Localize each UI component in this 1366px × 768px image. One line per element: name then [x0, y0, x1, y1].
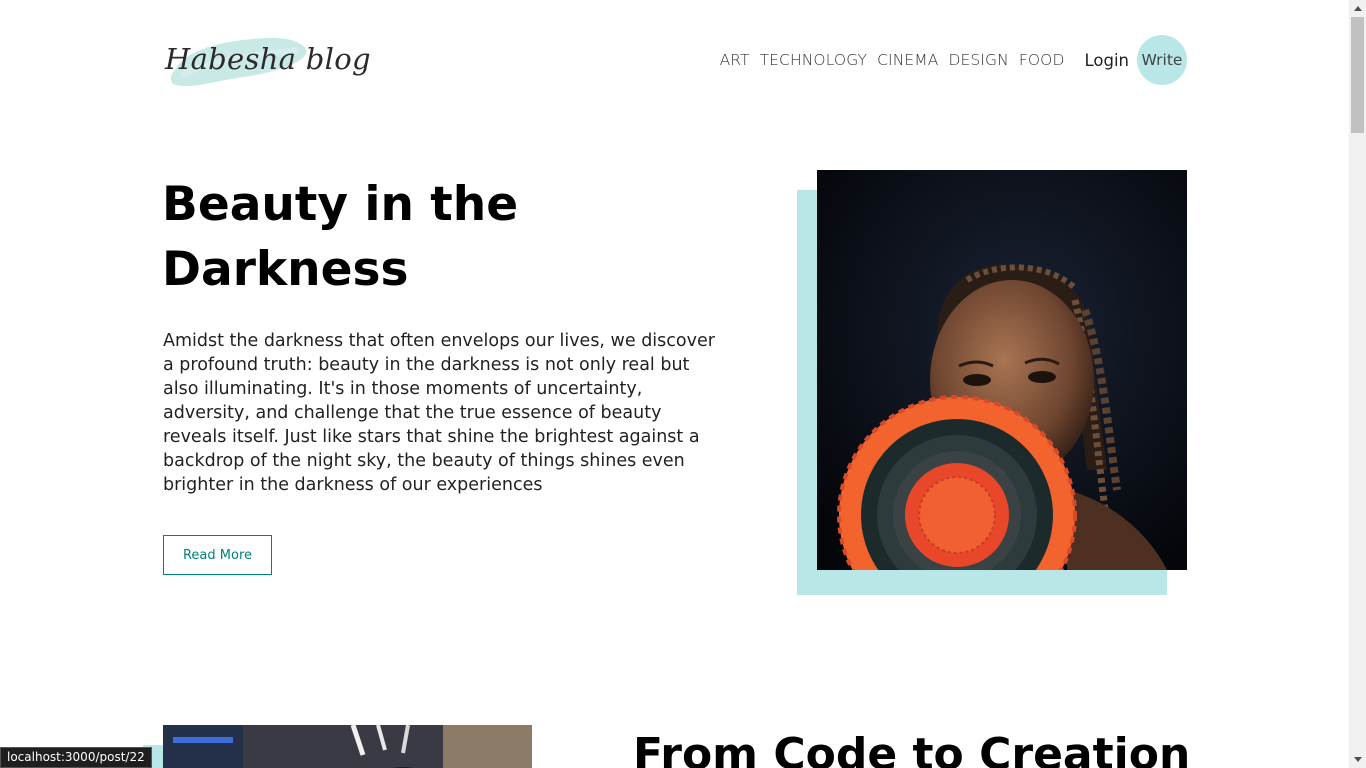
post2-image[interactable]	[163, 725, 532, 768]
login-link[interactable]: Login	[1084, 51, 1129, 70]
write-button[interactable]: Write	[1137, 35, 1187, 85]
office-illustration	[163, 725, 532, 768]
post-title[interactable]: Beauty in the Darkness	[162, 172, 662, 302]
nav-links: ART TECHNOLOGY CINEMA DESIGN FOOD Login …	[710, 34, 1187, 86]
status-bar-url: localhost:3000/post/22	[0, 747, 152, 768]
logo-text: Habesha blog	[165, 42, 371, 76]
post2-title[interactable]: From Code to Creation	[633, 728, 1190, 768]
scrollbar[interactable]	[1349, 0, 1366, 768]
nav-link-food[interactable]: FOOD	[1019, 51, 1065, 69]
nav-link-cinema[interactable]: CINEMA	[877, 51, 938, 69]
post-description: Amidst the darkness that often envelops …	[163, 331, 715, 495]
nav-link-design[interactable]: DESIGN	[948, 51, 1008, 69]
read-more-button[interactable]: Read More	[163, 535, 272, 575]
nav-link-art[interactable]: ART	[720, 51, 750, 69]
logo[interactable]: Habesha blog	[163, 22, 371, 96]
scroll-down-arrow-icon[interactable]	[1349, 751, 1366, 768]
post-image[interactable]	[817, 170, 1187, 570]
scrollbar-thumb[interactable]	[1351, 17, 1364, 133]
nav-link-technology[interactable]: TECHNOLOGY	[760, 51, 868, 69]
navbar: Habesha blog ART TECHNOLOGY CINEMA DESIG…	[163, 20, 1187, 100]
scroll-up-arrow-icon[interactable]	[1349, 0, 1366, 17]
portrait-illustration	[817, 170, 1187, 570]
